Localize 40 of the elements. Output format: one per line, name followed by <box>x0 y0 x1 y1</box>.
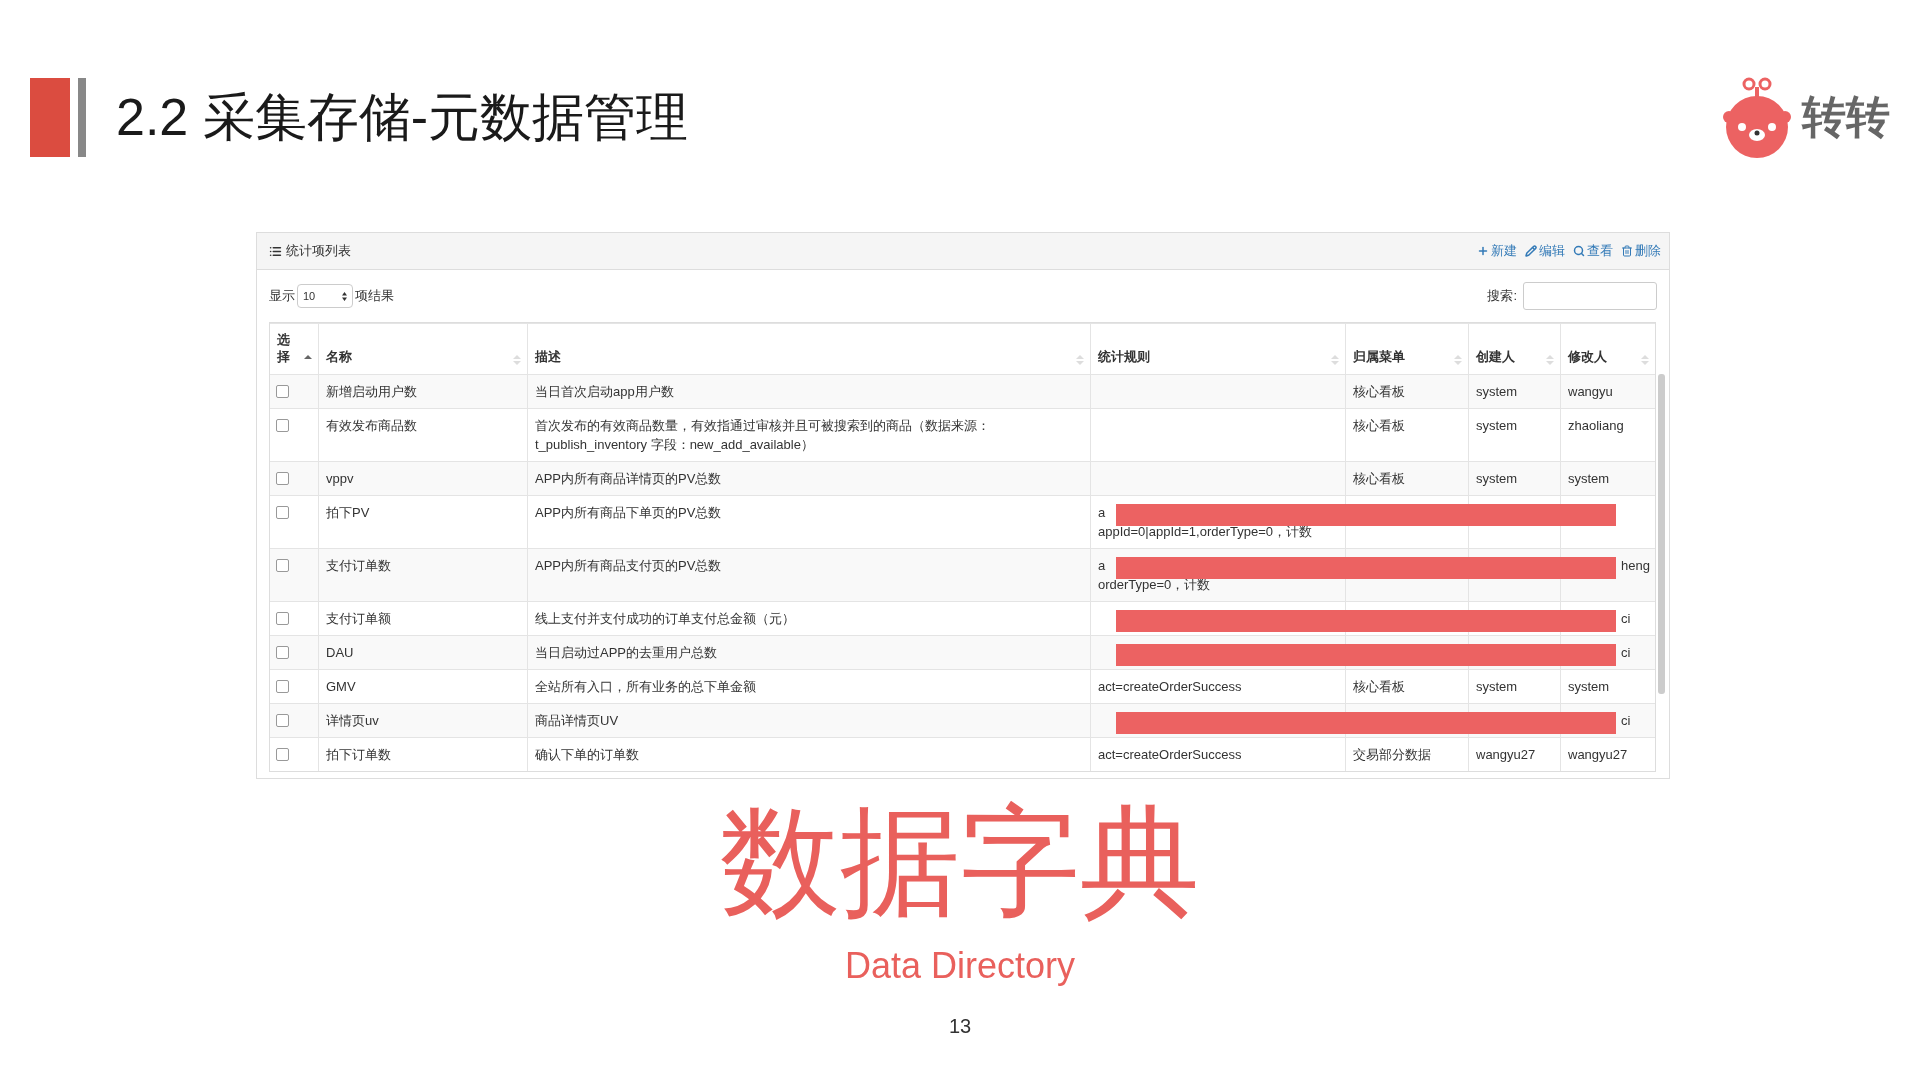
row-checkbox[interactable] <box>276 559 289 572</box>
page-length-select[interactable]: 10 <box>297 284 353 308</box>
row-checkbox[interactable] <box>276 506 289 519</box>
new-link[interactable]: 新建 <box>1477 242 1517 260</box>
edit-link[interactable]: 编辑 <box>1525 242 1565 260</box>
scrollbar[interactable] <box>1658 374 1665 694</box>
search-label: 搜索: <box>1487 287 1517 305</box>
row-checkbox[interactable] <box>276 646 289 659</box>
row-checkbox[interactable] <box>276 748 289 761</box>
slide-title: 2.2 采集存储-元数据管理 <box>116 86 689 148</box>
row-checkbox[interactable] <box>276 385 289 398</box>
plus-icon <box>1477 245 1489 257</box>
table-cell: wangyu27 <box>1468 738 1560 771</box>
results-label: 项结果 <box>355 287 394 305</box>
table-cell: 确认下单的订单数 <box>527 738 1090 771</box>
row-checkbox[interactable] <box>276 680 289 693</box>
show-label: 显示 <box>269 287 295 305</box>
row-checkbox[interactable] <box>276 419 289 432</box>
row-checkbox[interactable] <box>276 714 289 727</box>
search-icon <box>1573 245 1585 257</box>
delete-link[interactable]: 删除 <box>1621 242 1661 260</box>
bear-logo-icon <box>1722 76 1792 159</box>
headline: 数据字典 <box>720 801 1200 921</box>
panel-title: 统计项列表 <box>286 242 351 260</box>
subtitle: Data Directory <box>844 945 1076 987</box>
table-cell: 交易部分数据 <box>1345 738 1468 771</box>
search-field[interactable] <box>1523 282 1657 310</box>
spinner-icon <box>342 291 347 301</box>
table-cell: 拍下订单数 <box>318 738 527 771</box>
logo-text: 转转 <box>1802 91 1890 143</box>
trash-icon <box>1621 245 1633 257</box>
pencil-icon <box>1525 245 1537 257</box>
view-link[interactable]: 查看 <box>1573 242 1613 260</box>
row-checkbox[interactable] <box>276 472 289 485</box>
list-icon <box>269 244 282 258</box>
table-cell: wangyu27 <box>1560 738 1655 771</box>
table-cell: act=createOrderSuccess <box>1090 738 1345 771</box>
row-checkbox[interactable] <box>276 612 289 625</box>
page-number: 13 <box>948 1015 972 1038</box>
column-header[interactable]: 选择 <box>270 324 318 374</box>
